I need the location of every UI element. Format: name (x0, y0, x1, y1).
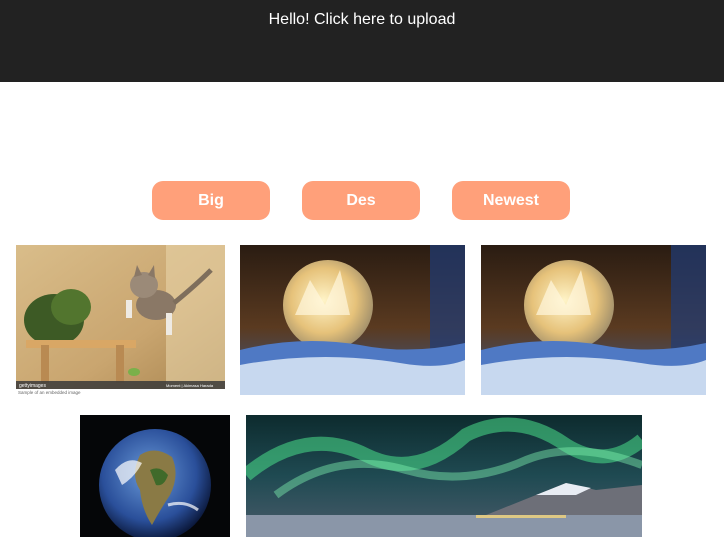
watermark-text: gettyimages (19, 383, 46, 389)
gallery-image-bubble-2[interactable] (481, 245, 706, 395)
gallery-image-earth[interactable] (80, 415, 230, 537)
sort-des-button[interactable]: Des (302, 181, 420, 220)
credit-text: Moment | Akimasa Harada (166, 383, 214, 388)
top-bar: Hello! Click here to upload (0, 0, 724, 82)
bubble-image (240, 245, 465, 395)
sort-big-button[interactable]: Big (152, 181, 270, 220)
upload-link[interactable]: Hello! Click here to upload (0, 11, 724, 29)
gallery-image-bubble-1[interactable] (240, 245, 465, 395)
kitten-image: gettyimages Moment | Akimasa Harada Samp… (16, 245, 225, 395)
aurora-image (246, 415, 642, 537)
bubble-image (481, 245, 706, 395)
gallery-image-kitten[interactable]: gettyimages Moment | Akimasa Harada Samp… (16, 245, 225, 395)
embed-caption: Sample of an embedded image (18, 390, 81, 395)
earth-image (80, 415, 230, 537)
gallery-image-aurora[interactable] (246, 415, 642, 537)
sort-newest-button[interactable]: Newest (452, 181, 570, 220)
